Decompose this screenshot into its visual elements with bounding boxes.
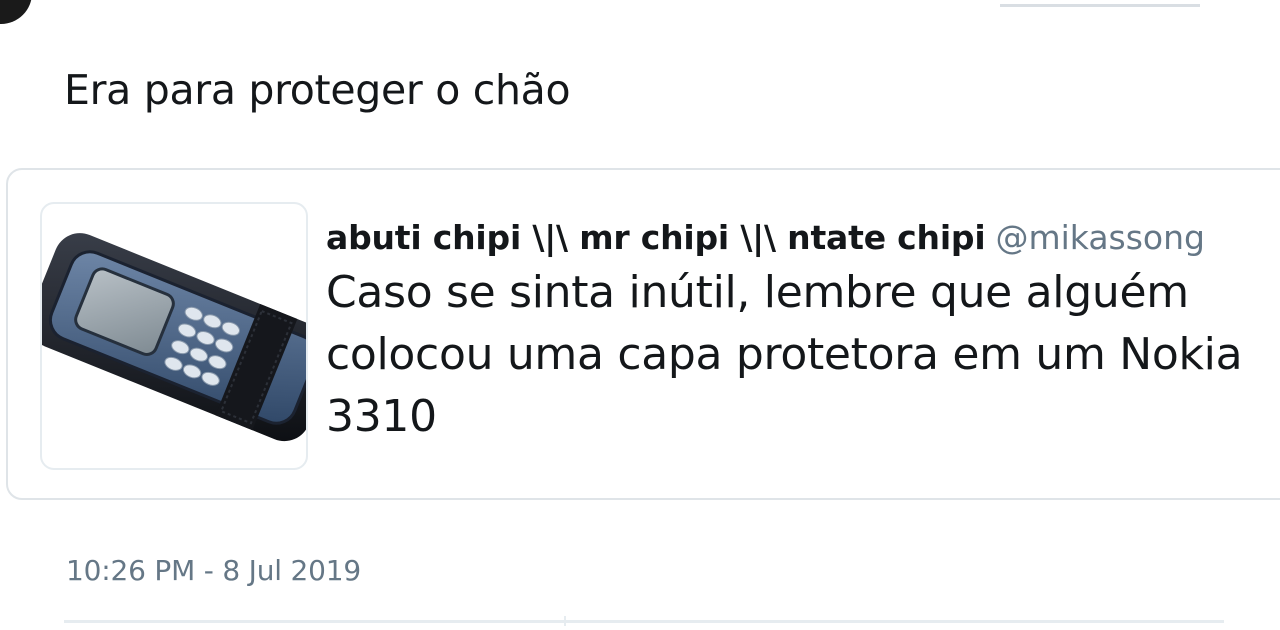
quoted-tweet-card[interactable]: abuti chipi \|\ mr chipi \|\ ntate chipi…: [6, 168, 1280, 500]
quoted-tweet-text: Caso se sinta inútil, lembre que alguém …: [326, 267, 1243, 442]
quoted-tweet-image[interactable]: [40, 202, 308, 470]
avatar[interactable]: [0, 0, 32, 24]
quoted-author-handle[interactable]: @mikassong: [995, 218, 1205, 257]
tweet-timestamp[interactable]: 10:26 PM - 8 Jul 2019: [66, 554, 361, 587]
tweet-text: Era para proteger o chão: [64, 66, 571, 114]
tweet-view: Era para proteger o chão abuti chipi \|\…: [0, 0, 1280, 630]
tweet-header-meta: [1000, 0, 1200, 7]
quoted-tweet-header: abuti chipi \|\ mr chipi \|\ ntate chipi…: [326, 218, 1205, 258]
divider-tick: [564, 616, 566, 626]
divider: [64, 620, 1224, 623]
nokia-phone-image: [42, 233, 306, 442]
quoted-author-name[interactable]: abuti chipi \|\ mr chipi \|\ ntate chipi: [326, 218, 986, 257]
